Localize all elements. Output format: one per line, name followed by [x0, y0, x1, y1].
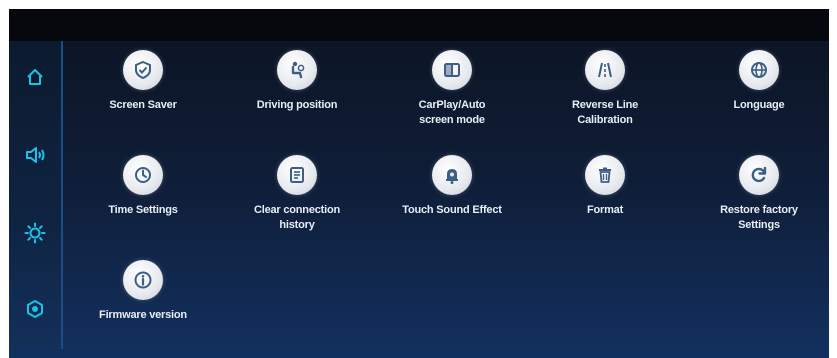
- refresh-icon: [751, 166, 767, 183]
- touch-sound-effect-circle: [432, 155, 472, 195]
- firmware-version-circle: [123, 260, 163, 300]
- carplay-screen-mode-button[interactable]: CarPlay/Auto screen mode: [392, 50, 512, 140]
- touch-sound-effect-label: Touch Sound Effect: [402, 204, 502, 216]
- carplay-screen-mode-circle: [432, 50, 472, 90]
- shield-check-icon: [135, 60, 151, 80]
- time-settings-circle: [123, 155, 163, 195]
- document-icon: [290, 167, 304, 183]
- firmware-version-label: Firmware version: [99, 309, 187, 321]
- road-lines-icon: [598, 62, 612, 78]
- clear-connection-history-circle: [277, 155, 317, 195]
- screen-saver-button[interactable]: Screen Saver: [83, 50, 203, 140]
- restore-factory-settings-circle: [739, 155, 779, 195]
- driving-position-circle: [277, 50, 317, 90]
- screen: Screen Saver Driving position CarPlay/Au…: [9, 9, 829, 358]
- language-button[interactable]: Longuage: [699, 50, 819, 140]
- reverse-line-calibration-circle: [585, 50, 625, 90]
- format-label: Format: [586, 204, 624, 216]
- brightness-icon: [24, 222, 46, 244]
- driver-seat-icon: [291, 61, 305, 79]
- trash-icon: [599, 167, 611, 183]
- time-settings-label: Time Settings: [108, 204, 178, 216]
- format-circle: [585, 155, 625, 195]
- split-screen-icon: [444, 63, 460, 77]
- clear-connection-history-label: Clear connection history: [253, 204, 341, 231]
- format-button[interactable]: Format: [545, 155, 665, 245]
- restore-factory-settings-button[interactable]: Restore factory Settings: [699, 155, 819, 245]
- bell-icon: [446, 169, 458, 184]
- sidebar: [9, 41, 63, 349]
- touch-sound-effect-button[interactable]: Touch Sound Effect: [392, 155, 512, 245]
- reverse-line-calibration-button[interactable]: Reverse Line Calibration: [545, 50, 665, 140]
- screen-saver-label: Screen Saver: [109, 99, 177, 111]
- clock-icon: [135, 167, 151, 183]
- globe-icon: [751, 62, 767, 78]
- reverse-line-calibration-label: Reverse Line Calibration: [571, 99, 639, 126]
- language-circle: [739, 50, 779, 90]
- clear-connection-history-button[interactable]: Clear connection history: [237, 155, 357, 245]
- status-bar: [9, 9, 829, 41]
- language-label: Longuage: [733, 99, 785, 111]
- driving-position-button[interactable]: Driving position: [237, 50, 357, 140]
- settings-icon: [27, 300, 43, 318]
- home-icon: [27, 69, 43, 85]
- restore-factory-settings-label: Restore factory Settings: [720, 204, 798, 231]
- sidebar-item-sound[interactable]: [9, 129, 61, 181]
- firmware-version-button[interactable]: Firmware version: [83, 260, 203, 350]
- sidebar-item-display[interactable]: [9, 207, 61, 259]
- driving-position-label: Driving position: [256, 99, 338, 111]
- sidebar-item-home[interactable]: [9, 51, 61, 103]
- speaker-icon: [26, 147, 45, 163]
- settings-page: Screen Saver Driving position CarPlay/Au…: [9, 41, 829, 358]
- sidebar-item-settings[interactable]: [9, 283, 61, 335]
- time-settings-button[interactable]: Time Settings: [83, 155, 203, 245]
- screen-saver-circle: [123, 50, 163, 90]
- carplay-screen-mode-label: CarPlay/Auto screen mode: [418, 99, 486, 126]
- info-icon: [134, 271, 152, 289]
